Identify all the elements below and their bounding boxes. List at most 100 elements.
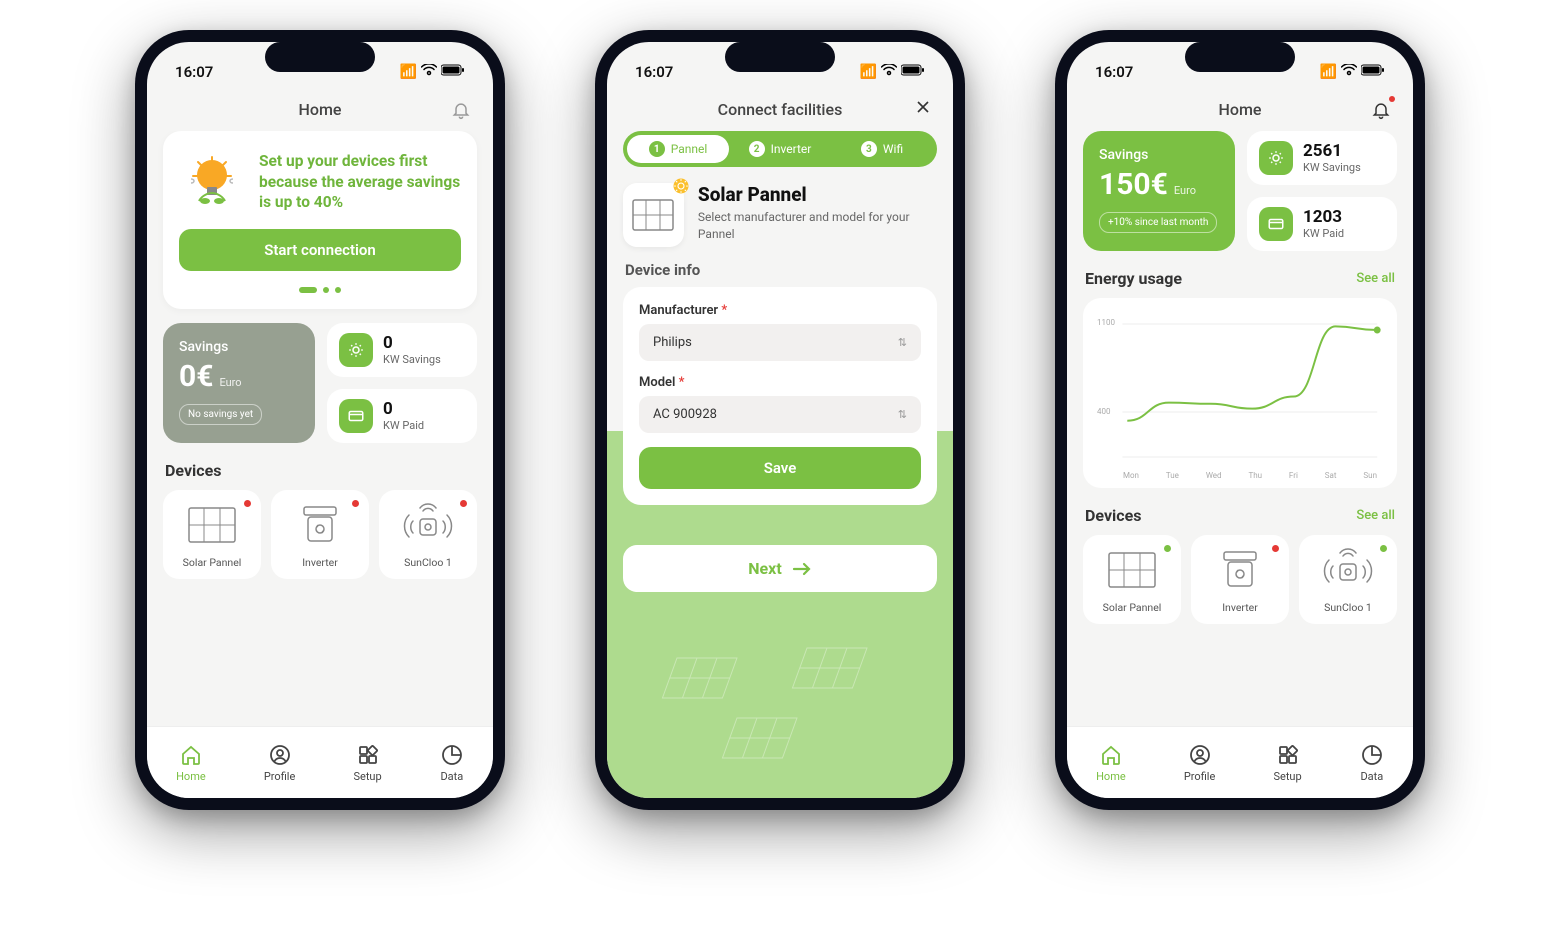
solar-panel-icon <box>632 199 674 231</box>
setup-text: Set up your devices first because the av… <box>259 151 461 214</box>
nav-setup[interactable]: Setup <box>353 743 381 783</box>
lightbulb-icon <box>179 147 245 217</box>
devices-see-all[interactable]: See all <box>1356 508 1395 523</box>
devices-row-1: Solar Pannel Inverter SunCloo 1 <box>163 490 477 579</box>
close-button[interactable] <box>913 97 933 123</box>
savings-value: 0€ Euro <box>179 359 299 394</box>
screen-connect: 16:07 📶 Connect facilities 1 Pannel 2 <box>607 42 953 798</box>
devices-row-3: Solar PannelInverterSunCloo 1 <box>1083 535 1397 624</box>
nav-label: Setup <box>353 770 381 783</box>
bottom-nav-1: Home Profile Setup Data <box>147 726 493 798</box>
sun-icon <box>1259 141 1293 175</box>
kw-paid-card[interactable]: 0 KW Paid <box>327 389 477 443</box>
step-wifi[interactable]: 3 Wifi <box>831 135 933 163</box>
content: Savings 150€ Euro +10% since last month … <box>1067 131 1413 726</box>
next-button[interactable]: Next <box>623 545 937 592</box>
device-info-form: Manufacturer * Philips ⇅ Model * AC 9009… <box>623 287 937 505</box>
manufacturer-select[interactable]: Philips ⇅ <box>639 324 921 361</box>
step-pannel[interactable]: 1 Pannel <box>627 135 729 163</box>
status-time: 16:07 <box>1095 63 1133 81</box>
status-icons: 📶 <box>1320 64 1385 80</box>
header: Home <box>1067 90 1413 131</box>
device-card[interactable]: Inverter <box>271 490 369 579</box>
battery-icon <box>1361 64 1385 80</box>
notch <box>265 42 375 72</box>
chart-x-labels: MonTueWedThuFriSatSun <box>1093 467 1387 480</box>
device-name: Solar Pannel <box>183 556 242 569</box>
status-dot <box>244 500 251 507</box>
chevron-updown-icon: ⇅ <box>898 408 907 421</box>
model-label: Model * <box>639 375 921 390</box>
bell-icon <box>451 100 471 120</box>
kw-savings-value: 2561 <box>1303 142 1361 161</box>
kw-paid-card[interactable]: 1203 KW Paid <box>1247 197 1397 251</box>
savings-card[interactable]: Savings 0€ Euro No savings yet <box>163 323 315 443</box>
device-heading: Solar Pannel Select manufacturer and mod… <box>623 183 937 247</box>
bottom-nav-3: Home Profile Setup Data <box>1067 726 1413 798</box>
nav-profile[interactable]: Profile <box>264 743 295 783</box>
device-card[interactable]: SunCloo 1 <box>379 490 477 579</box>
nav-label: Home <box>1096 770 1126 783</box>
energy-title: Energy usage <box>1085 269 1182 288</box>
close-icon <box>913 97 933 117</box>
savings-card[interactable]: Savings 150€ Euro +10% since last month <box>1083 131 1235 251</box>
nav-home[interactable]: Home <box>176 743 206 783</box>
nav-home[interactable]: Home <box>1096 743 1126 783</box>
device-name: Inverter <box>302 556 338 569</box>
header: Home <box>147 90 493 131</box>
dot[interactable] <box>323 287 329 293</box>
step-indicator: 1 Pannel 2 Inverter 3 Wifi <box>623 131 937 167</box>
battery-icon <box>901 64 925 80</box>
savings-label: Savings <box>179 339 299 355</box>
kw-savings-card[interactable]: 2561 KW Savings <box>1247 131 1397 185</box>
nav-label: Data <box>440 770 463 783</box>
device-subtitle: Select manufacturer and model for your P… <box>698 209 937 243</box>
model-select[interactable]: AC 900928 ⇅ <box>639 396 921 433</box>
devices-header: Devices <box>165 461 475 480</box>
wifi-icon <box>1341 64 1357 80</box>
device-card[interactable]: Inverter <box>1191 535 1289 624</box>
device-card[interactable]: Solar Pannel <box>163 490 261 579</box>
phone-frame: 16:07 📶 Connect facilities 1 Pannel 2 <box>595 30 965 810</box>
device-info-title: Device info <box>625 261 937 279</box>
nav-label: Home <box>176 770 206 783</box>
device-card[interactable]: SunCloo 1 <box>1299 535 1397 624</box>
page-title: Home <box>1219 100 1262 119</box>
status-dot <box>1272 545 1279 552</box>
notification-button[interactable] <box>1369 98 1393 122</box>
kw-paid-label: KW Paid <box>1303 227 1344 240</box>
phone-frame: 16:07 📶 Home Savings 150€ Euro <box>1055 30 1425 810</box>
signal-icon: 📶 <box>860 64 877 80</box>
status-icons: 📶 <box>860 64 925 80</box>
nav-setup[interactable]: Setup <box>1273 743 1301 783</box>
kw-savings-value: 0 <box>383 334 441 353</box>
energy-chart-card[interactable]: 1100 400 MonTueWedThuFriSatSun <box>1083 298 1397 488</box>
notification-button[interactable] <box>449 98 473 122</box>
save-button[interactable]: Save <box>639 447 921 489</box>
kw-paid-value: 0 <box>383 400 424 419</box>
signal-icon: 📶 <box>1320 64 1337 80</box>
content: 1 Pannel 2 Inverter 3 Wifi Solar <box>607 131 953 798</box>
step-inverter[interactable]: 2 Inverter <box>729 135 831 163</box>
devices-title: Devices <box>165 461 221 480</box>
nav-data[interactable]: Data <box>1360 743 1384 783</box>
dot[interactable] <box>335 287 341 293</box>
manufacturer-label: Manufacturer * <box>639 303 921 318</box>
status-dot <box>352 500 359 507</box>
nav-label: Profile <box>264 770 295 783</box>
notch <box>725 42 835 72</box>
content: Set up your devices first because the av… <box>147 131 493 726</box>
device-card[interactable]: Solar Pannel <box>1083 535 1181 624</box>
manufacturer-value: Philips <box>653 335 692 350</box>
kw-savings-card[interactable]: 0 KW Savings <box>327 323 477 377</box>
nav-profile[interactable]: Profile <box>1184 743 1215 783</box>
device-icon <box>292 502 348 548</box>
model-value: AC 900928 <box>653 407 717 422</box>
device-icon <box>1104 547 1160 593</box>
arrow-right-icon <box>792 561 812 577</box>
energy-see-all[interactable]: See all <box>1356 271 1395 286</box>
start-connection-button[interactable]: Start connection <box>179 229 461 271</box>
nav-data[interactable]: Data <box>440 743 464 783</box>
dot[interactable] <box>299 287 317 293</box>
savings-value: 150€ Euro <box>1099 167 1219 202</box>
